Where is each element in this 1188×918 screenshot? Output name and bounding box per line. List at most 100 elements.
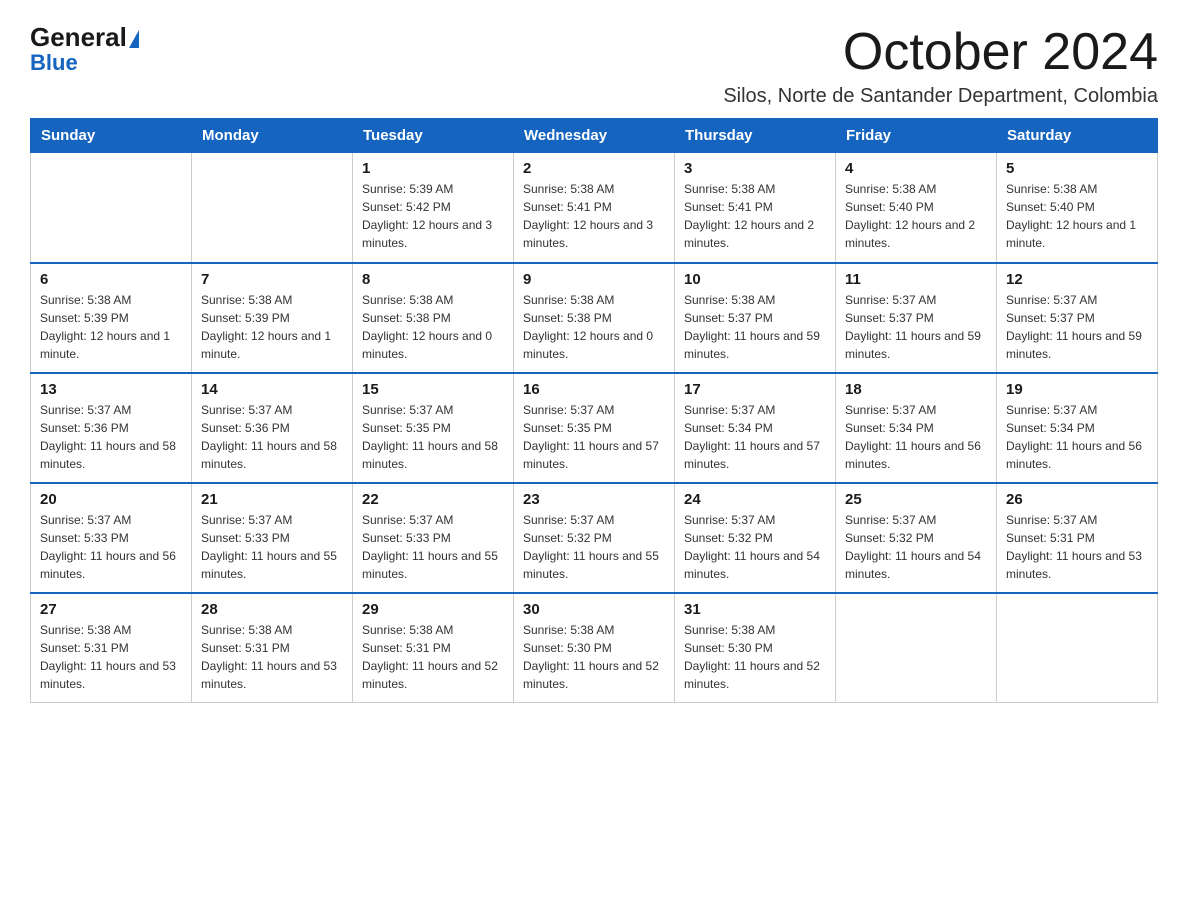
main-title: October 2024 <box>723 24 1158 81</box>
day-info: Sunrise: 5:37 AMSunset: 5:37 PMDaylight:… <box>1006 291 1148 363</box>
day-number: 29 <box>362 601 504 618</box>
day-number: 1 <box>362 160 504 177</box>
day-info: Sunrise: 5:38 AMSunset: 5:31 PMDaylight:… <box>362 621 504 693</box>
calendar-week-2: 6 Sunrise: 5:38 AMSunset: 5:39 PMDaylight… <box>31 263 1158 373</box>
calendar-cell: 25 Sunrise: 5:37 AMSunset: 5:32 PMDayligh… <box>836 483 997 593</box>
calendar-cell: 12Sunrise: 5:37 AMSunset: 5:37 PMDayligh… <box>997 263 1158 373</box>
day-number: 3 <box>684 160 826 177</box>
day-number: 6 <box>40 271 182 288</box>
day-info: Sunrise: 5:37 AMSunset: 5:32 PMDaylight:… <box>523 511 665 583</box>
day-number: 28 <box>201 601 343 618</box>
calendar-cell: 15 Sunrise: 5:37 AMSunset: 5:35 PMDayligh… <box>353 373 514 483</box>
calendar-table: SundayMondayTuesdayWednesdayThursdayFrid… <box>30 118 1158 703</box>
day-number: 4 <box>845 160 987 177</box>
calendar-cell: 20 Sunrise: 5:37 AMSunset: 5:33 PMDayligh… <box>31 483 192 593</box>
calendar-cell: 14 Sunrise: 5:37 AMSunset: 5:36 PMDayligh… <box>192 373 353 483</box>
day-number: 30 <box>523 601 665 618</box>
day-info: Sunrise: 5:37 AMSunset: 5:34 PMDaylight:… <box>684 401 826 473</box>
day-info: Sunrise: 5:39 AMSunset: 5:42 PMDaylight:… <box>362 180 504 252</box>
day-info: Sunrise: 5:38 AMSunset: 5:31 PMDaylight:… <box>40 621 182 693</box>
calendar-week-4: 20 Sunrise: 5:37 AMSunset: 5:33 PMDayligh… <box>31 483 1158 593</box>
day-info: Sunrise: 5:37 AMSunset: 5:35 PMDaylight:… <box>523 401 665 473</box>
day-info: Sunrise: 5:38 AMSunset: 5:31 PMDaylight:… <box>201 621 343 693</box>
day-info: Sunrise: 5:38 AMSunset: 5:37 PMDaylight:… <box>684 291 826 363</box>
subtitle: Silos, Norte de Santander Department, Co… <box>723 85 1158 108</box>
calendar-cell: 26 Sunrise: 5:37 AMSunset: 5:31 PMDayligh… <box>997 483 1158 593</box>
calendar-cell <box>997 593 1158 703</box>
day-number: 17 <box>684 381 826 398</box>
day-number: 18 <box>845 381 987 398</box>
weekday-header-thursday: Thursday <box>675 119 836 153</box>
day-info: Sunrise: 5:38 AMSunset: 5:38 PMDaylight:… <box>362 291 504 363</box>
calendar-cell: 18 Sunrise: 5:37 AMSunset: 5:34 PMDayligh… <box>836 373 997 483</box>
day-info: Sunrise: 5:38 AMSunset: 5:30 PMDaylight:… <box>684 621 826 693</box>
day-info: Sunrise: 5:37 AMSunset: 5:34 PMDaylight:… <box>845 401 987 473</box>
calendar-cell: 16 Sunrise: 5:37 AMSunset: 5:35 PMDayligh… <box>514 373 675 483</box>
calendar-cell: 5 Sunrise: 5:38 AMSunset: 5:40 PMDaylight… <box>997 153 1158 263</box>
calendar-cell: 17 Sunrise: 5:37 AMSunset: 5:34 PMDayligh… <box>675 373 836 483</box>
day-number: 31 <box>684 601 826 618</box>
calendar-cell: 27 Sunrise: 5:38 AMSunset: 5:31 PMDayligh… <box>31 593 192 703</box>
calendar-cell: 6 Sunrise: 5:38 AMSunset: 5:39 PMDaylight… <box>31 263 192 373</box>
day-info: Sunrise: 5:37 AMSunset: 5:33 PMDaylight:… <box>40 511 182 583</box>
calendar-cell: 11Sunrise: 5:37 AMSunset: 5:37 PMDayligh… <box>836 263 997 373</box>
page-header: General Blue October 2024 Silos, Norte d… <box>30 24 1158 108</box>
calendar-cell: 8Sunrise: 5:38 AMSunset: 5:38 PMDaylight… <box>353 263 514 373</box>
day-number: 23 <box>523 491 665 508</box>
day-number: 20 <box>40 491 182 508</box>
day-info: Sunrise: 5:37 AMSunset: 5:35 PMDaylight:… <box>362 401 504 473</box>
calendar-cell: 2 Sunrise: 5:38 AMSunset: 5:41 PMDaylight… <box>514 153 675 263</box>
day-info: Sunrise: 5:38 AMSunset: 5:41 PMDaylight:… <box>523 180 665 252</box>
day-number: 5 <box>1006 160 1148 177</box>
day-number: 16 <box>523 381 665 398</box>
day-info: Sunrise: 5:37 AMSunset: 5:33 PMDaylight:… <box>201 511 343 583</box>
day-number: 24 <box>684 491 826 508</box>
day-number: 7 <box>201 271 343 288</box>
calendar-cell: 30 Sunrise: 5:38 AMSunset: 5:30 PMDayligh… <box>514 593 675 703</box>
calendar-cell: 1 Sunrise: 5:39 AMSunset: 5:42 PMDaylight… <box>353 153 514 263</box>
calendar-cell: 7Sunrise: 5:38 AMSunset: 5:39 PMDaylight… <box>192 263 353 373</box>
weekday-header-saturday: Saturday <box>997 119 1158 153</box>
calendar-cell: 13 Sunrise: 5:37 AMSunset: 5:36 PMDayligh… <box>31 373 192 483</box>
day-info: Sunrise: 5:38 AMSunset: 5:30 PMDaylight:… <box>523 621 665 693</box>
logo-triangle-icon <box>129 30 139 48</box>
day-info: Sunrise: 5:37 AMSunset: 5:32 PMDaylight:… <box>845 511 987 583</box>
day-number: 14 <box>201 381 343 398</box>
day-info: Sunrise: 5:38 AMSunset: 5:41 PMDaylight:… <box>684 180 826 252</box>
day-number: 21 <box>201 491 343 508</box>
calendar-week-3: 13 Sunrise: 5:37 AMSunset: 5:36 PMDayligh… <box>31 373 1158 483</box>
title-area: October 2024 Silos, Norte de Santander D… <box>723 24 1158 108</box>
calendar-cell: 3 Sunrise: 5:38 AMSunset: 5:41 PMDaylight… <box>675 153 836 263</box>
day-info: Sunrise: 5:37 AMSunset: 5:31 PMDaylight:… <box>1006 511 1148 583</box>
calendar-cell: 23 Sunrise: 5:37 AMSunset: 5:32 PMDayligh… <box>514 483 675 593</box>
day-number: 26 <box>1006 491 1148 508</box>
calendar-cell: 10 Sunrise: 5:38 AMSunset: 5:37 PMDayligh… <box>675 263 836 373</box>
day-number: 2 <box>523 160 665 177</box>
day-info: Sunrise: 5:38 AMSunset: 5:39 PMDaylight:… <box>40 291 182 363</box>
day-number: 25 <box>845 491 987 508</box>
calendar-week-5: 27 Sunrise: 5:38 AMSunset: 5:31 PMDayligh… <box>31 593 1158 703</box>
logo: General Blue <box>30 24 139 76</box>
day-info: Sunrise: 5:38 AMSunset: 5:40 PMDaylight:… <box>1006 180 1148 252</box>
day-number: 13 <box>40 381 182 398</box>
calendar-cell <box>192 153 353 263</box>
day-info: Sunrise: 5:38 AMSunset: 5:38 PMDaylight:… <box>523 291 665 363</box>
logo-blue-text: Blue <box>30 50 78 76</box>
calendar-header-row: SundayMondayTuesdayWednesdayThursdayFrid… <box>31 119 1158 153</box>
weekday-header-friday: Friday <box>836 119 997 153</box>
day-info: Sunrise: 5:37 AMSunset: 5:36 PMDaylight:… <box>201 401 343 473</box>
day-number: 22 <box>362 491 504 508</box>
calendar-cell: 4 Sunrise: 5:38 AMSunset: 5:40 PMDaylight… <box>836 153 997 263</box>
day-number: 10 <box>684 271 826 288</box>
day-info: Sunrise: 5:37 AMSunset: 5:36 PMDaylight:… <box>40 401 182 473</box>
weekday-header-tuesday: Tuesday <box>353 119 514 153</box>
calendar-cell: 28 Sunrise: 5:38 AMSunset: 5:31 PMDayligh… <box>192 593 353 703</box>
day-info: Sunrise: 5:38 AMSunset: 5:40 PMDaylight:… <box>845 180 987 252</box>
calendar-cell: 22 Sunrise: 5:37 AMSunset: 5:33 PMDayligh… <box>353 483 514 593</box>
day-number: 27 <box>40 601 182 618</box>
calendar-cell: 19Sunrise: 5:37 AMSunset: 5:34 PMDayligh… <box>997 373 1158 483</box>
calendar-cell: 21 Sunrise: 5:37 AMSunset: 5:33 PMDayligh… <box>192 483 353 593</box>
day-number: 11 <box>845 271 987 288</box>
day-number: 15 <box>362 381 504 398</box>
day-info: Sunrise: 5:37 AMSunset: 5:33 PMDaylight:… <box>362 511 504 583</box>
